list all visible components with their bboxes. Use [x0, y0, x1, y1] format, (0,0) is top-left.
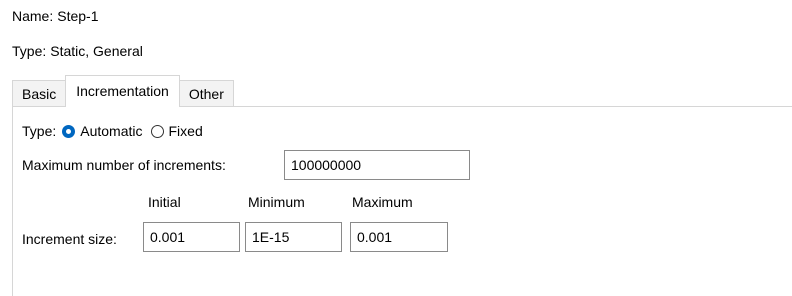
- increment-initial-input[interactable]: [143, 222, 240, 252]
- radio-automatic[interactable]: Automatic: [62, 123, 143, 139]
- type-label: Type:: [12, 43, 47, 59]
- radio-fixed-label: Fixed: [168, 123, 203, 139]
- radio-automatic-label: Automatic: [80, 123, 143, 139]
- radio-unchecked-icon[interactable]: [150, 124, 164, 138]
- increment-type-row: Type: Automatic Fixed: [22, 121, 203, 141]
- increment-type-label: Type:: [22, 123, 57, 139]
- tab-other[interactable]: Other: [178, 80, 234, 107]
- tab-bar: Basic Incrementation Other: [12, 75, 234, 107]
- step-editor-dialog: Name: Step-1 Type: Static, General Basic I…: [0, 0, 792, 296]
- max-increments-input[interactable]: [284, 150, 470, 180]
- tab-incrementation[interactable]: Incrementation: [65, 75, 180, 107]
- max-increments-label: Maximum number of increments:: [22, 157, 226, 173]
- radio-checked-icon[interactable]: [62, 124, 76, 138]
- radio-fixed[interactable]: Fixed: [150, 123, 203, 139]
- column-header-minimum: Minimum: [248, 194, 305, 210]
- increment-minimum-input[interactable]: [245, 222, 342, 252]
- increment-maximum-input[interactable]: [350, 222, 448, 252]
- column-header-initial: Initial: [148, 194, 181, 210]
- step-type-line: Type: Static, General: [12, 43, 143, 59]
- increment-size-label: Increment size:: [22, 231, 117, 247]
- column-header-maximum: Maximum: [352, 194, 413, 210]
- name-label: Name:: [12, 8, 54, 24]
- step-name-line: Name: Step-1: [12, 8, 98, 24]
- name-value: Step-1: [57, 8, 99, 24]
- tab-basic[interactable]: Basic: [12, 80, 67, 107]
- type-value: Static, General: [50, 43, 143, 59]
